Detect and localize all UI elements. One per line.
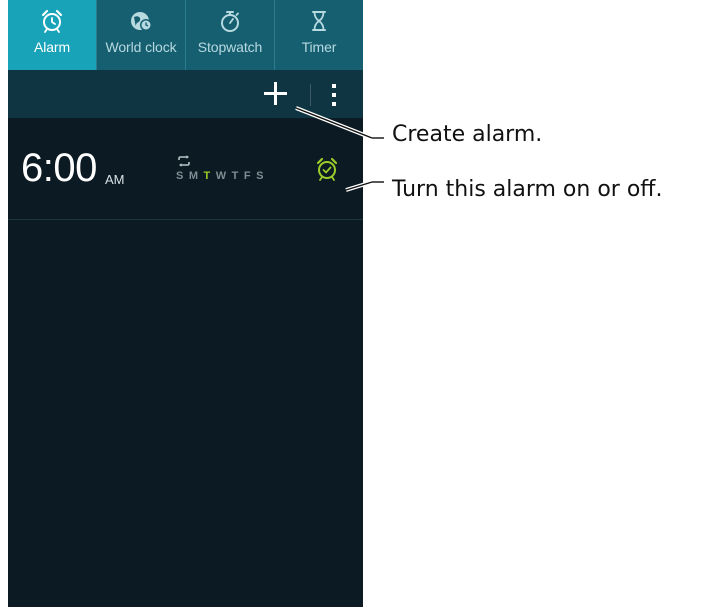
toggle-alarm-callout: Turn this alarm on or off. xyxy=(392,177,663,202)
create-alarm-callout: Create alarm. xyxy=(392,122,543,147)
create-alarm-leader xyxy=(295,106,384,140)
callout-leader-lines xyxy=(295,106,384,192)
toggle-alarm-leader xyxy=(345,180,384,192)
